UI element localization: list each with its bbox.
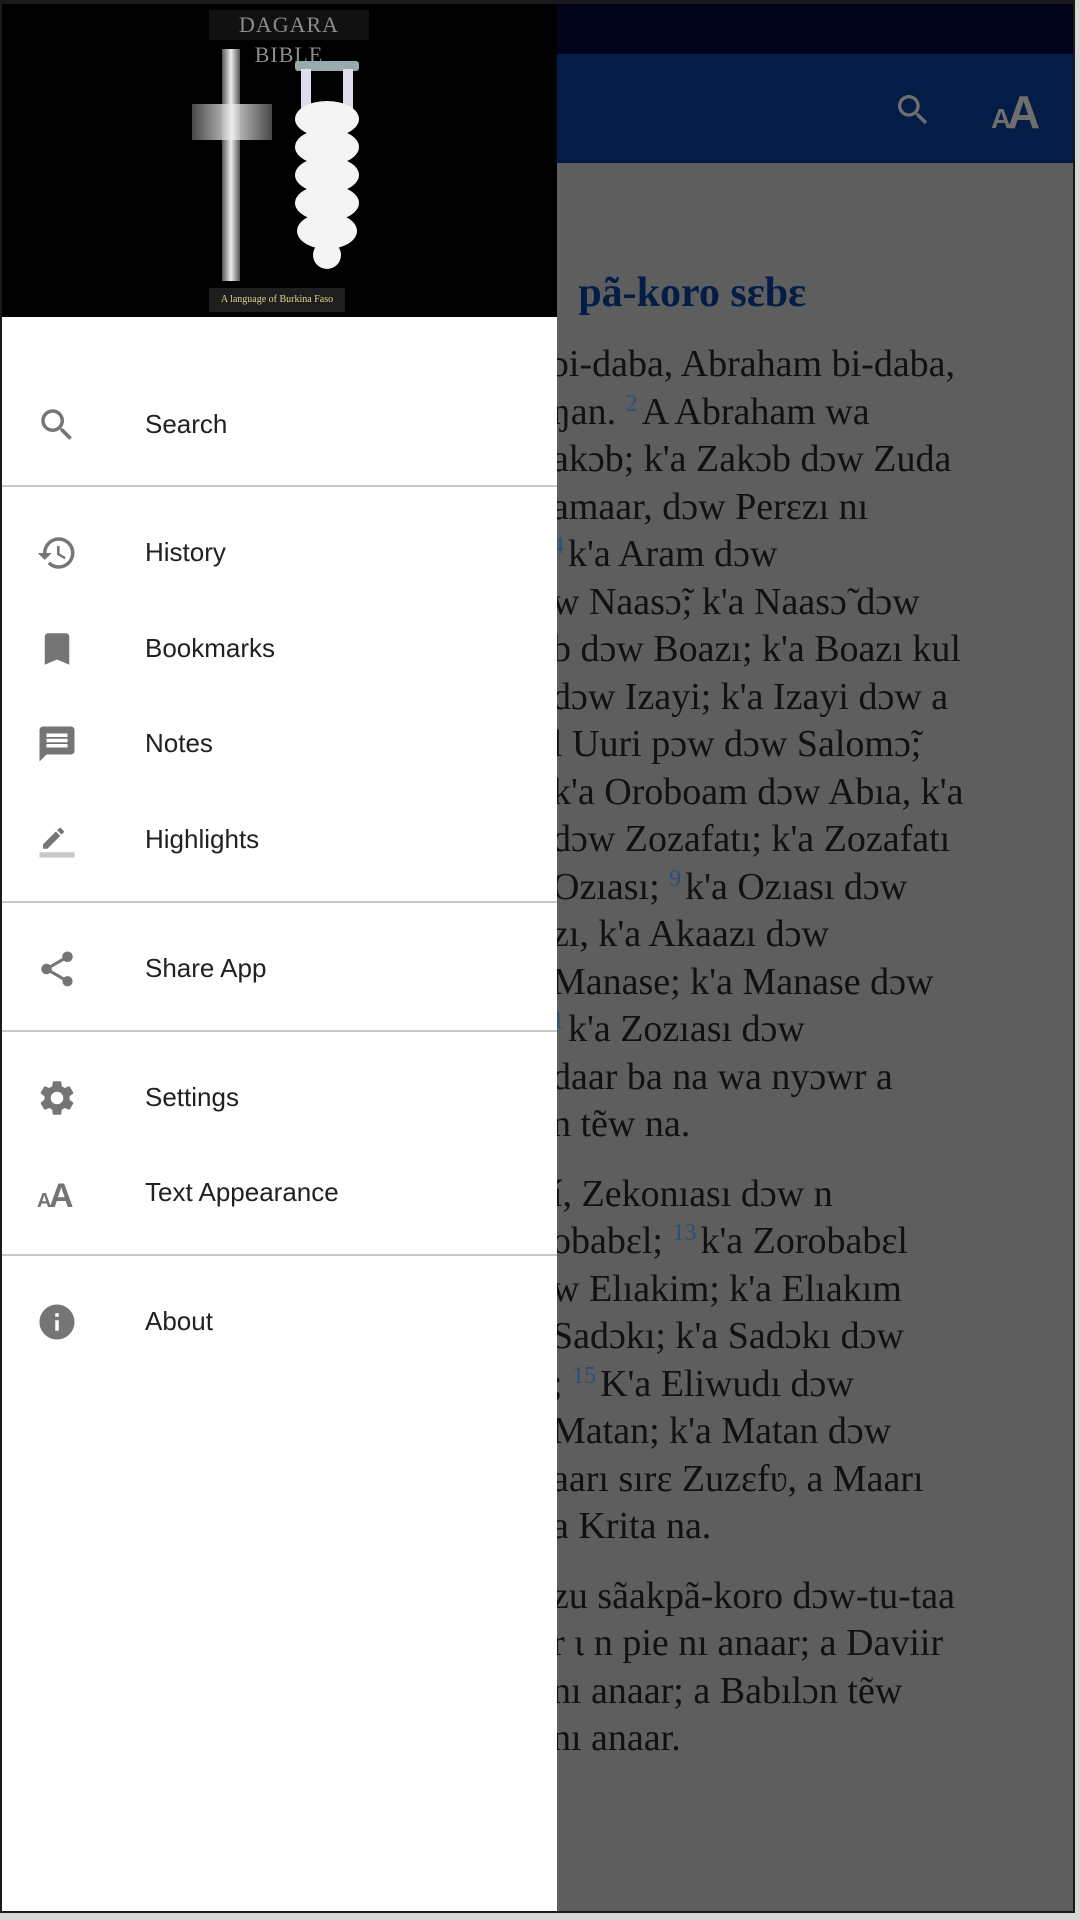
- divider: [2, 1030, 557, 1032]
- header-caption: A language of Burkina Faso: [209, 288, 345, 312]
- divider: [2, 901, 557, 903]
- info-icon: [36, 1301, 78, 1343]
- verse-text: k'a Zorobabɛl: [700, 1220, 908, 1262]
- verse-number[interactable]: 9: [669, 866, 681, 892]
- drawer-item-about[interactable]: About: [2, 1276, 557, 1366]
- verse-text: n tẽw na.: [552, 1103, 691, 1145]
- drawer-item-label: About: [145, 1306, 213, 1336]
- verse-text: w Naasɔ̃; k'a Naasɔ̃ dɔw: [552, 580, 920, 623]
- navigation-drawer: DAGARA BIBLE A language of Burkina Faso …: [2, 4, 557, 1911]
- drawer-item-label: Notes: [145, 728, 213, 758]
- drawer-item-bookmarks[interactable]: Bookmarks: [2, 603, 557, 693]
- drawer-item-highlights[interactable]: Highlights: [2, 794, 557, 884]
- drawer-header-image: DAGARA BIBLE A language of Burkina Faso: [2, 4, 557, 317]
- cross-icon: [192, 49, 272, 281]
- drawer-item-notes[interactable]: Notes: [2, 698, 557, 788]
- svg-text:A: A: [49, 1177, 74, 1211]
- verse-text: nı anaar.: [552, 1717, 681, 1759]
- drawer-item-label: Search: [145, 409, 228, 439]
- drawer-item-label: History: [145, 537, 226, 567]
- verse-text: dɔw Izayi; k'a Izayi dɔw a: [552, 675, 949, 718]
- verse-text: A Abraham wa: [641, 390, 870, 433]
- verse-text: Sadɔkı; k'a Sadɔkı dɔw: [552, 1315, 904, 1357]
- verse-text: r ι n pie nı anaar; a Daviir: [552, 1622, 944, 1664]
- verse-text: akɔb; k'a Zakɔb dɔw Zuda: [552, 438, 952, 480]
- verse-text: zı, k'a Akaazı dɔw: [552, 913, 829, 955]
- gear-icon: [36, 1077, 78, 1119]
- verse-text: zu sãakpã-koro dɔw-tu-taa: [552, 1574, 956, 1617]
- verse-text: amaar, dɔw Perɛzı nı: [552, 485, 869, 528]
- verse-text: í, Zekonıası dɔw n: [552, 1172, 833, 1215]
- verse-text: l Uuri pɔw dɔw Salomɔ̃;: [552, 723, 922, 765]
- divider: [2, 1254, 557, 1256]
- verse-text: w Elıakim; k'a Elıakım: [552, 1267, 902, 1310]
- verse-text: nı anaar; a Babılɔn tẽw: [552, 1669, 903, 1712]
- verse-text: k'a Oroboam dɔw Abıa, k'a: [552, 770, 964, 813]
- history-icon: [36, 532, 78, 574]
- verse-text: obabɛl;: [552, 1220, 663, 1262]
- verse-text: b dɔw Boazı; k'a Boazı kul: [552, 628, 961, 670]
- share-icon: [36, 948, 78, 990]
- verse-text: K'a Eliwudı dɔw: [600, 1362, 854, 1405]
- drawer-item-label: Text Appearance: [145, 1177, 339, 1207]
- light-bulb-icon: [295, 61, 359, 269]
- notes-icon: [36, 723, 78, 765]
- header-title: DAGARA BIBLE: [209, 10, 369, 67]
- verse-number[interactable]: 13: [672, 1220, 696, 1246]
- drawer-item-text-appearance[interactable]: AA Text Appearance: [2, 1147, 557, 1237]
- drawer-item-share-app[interactable]: Share App: [2, 923, 557, 1013]
- verse-text: dɔw Zozafatı; k'a Zozafatı: [552, 818, 951, 860]
- app-screen: AA pã-koro sɛbɛ ɔi-daba, Abraham bi-daba…: [2, 4, 1073, 1911]
- divider: [2, 485, 557, 487]
- drawer-item-search[interactable]: Search: [2, 379, 557, 469]
- text-size-icon: AA: [36, 1172, 78, 1214]
- drawer-item-label: Highlights: [145, 824, 260, 854]
- verse-text: Manase; k'a Manase dɔw: [552, 960, 934, 1003]
- verse-text: Ozıası;: [552, 865, 660, 908]
- verse-text: k'a Ozıası dɔw: [685, 865, 908, 908]
- verse-number[interactable]: 2: [626, 391, 638, 417]
- drawer-item-history[interactable]: History: [2, 507, 557, 597]
- drawer-item-settings[interactable]: Settings: [2, 1052, 557, 1142]
- drawer-item-label: Settings: [145, 1082, 239, 1112]
- verse-text: Matan; k'a Matan dɔw: [552, 1410, 892, 1452]
- drawer-item-label: Bookmarks: [145, 633, 276, 663]
- drawer-item-label: Share App: [145, 953, 267, 983]
- highlight-pen-icon: [36, 819, 78, 861]
- verse-text: ŋan.: [552, 390, 617, 433]
- search-icon: [36, 404, 78, 446]
- search-icon[interactable]: [885, 82, 941, 138]
- verse-text: daar ba na wa nyɔwr a: [552, 1055, 893, 1098]
- verse-number[interactable]: 15: [572, 1363, 596, 1389]
- text-size-icon[interactable]: AA: [989, 82, 1045, 138]
- verse-text: ɔi-daba, Abraham bi-daba,: [552, 343, 956, 385]
- verse-text: a Krita na.: [552, 1505, 712, 1547]
- verse-text: k'a Aram dɔw: [568, 533, 778, 575]
- bookmark-icon: [36, 628, 78, 670]
- svg-text:A: A: [1007, 88, 1040, 132]
- verse-text: k'a Zozıası dɔw: [568, 1008, 805, 1050]
- verse-text: aarı sırɛ Zuzɛfʋ, a Maarı: [552, 1457, 924, 1500]
